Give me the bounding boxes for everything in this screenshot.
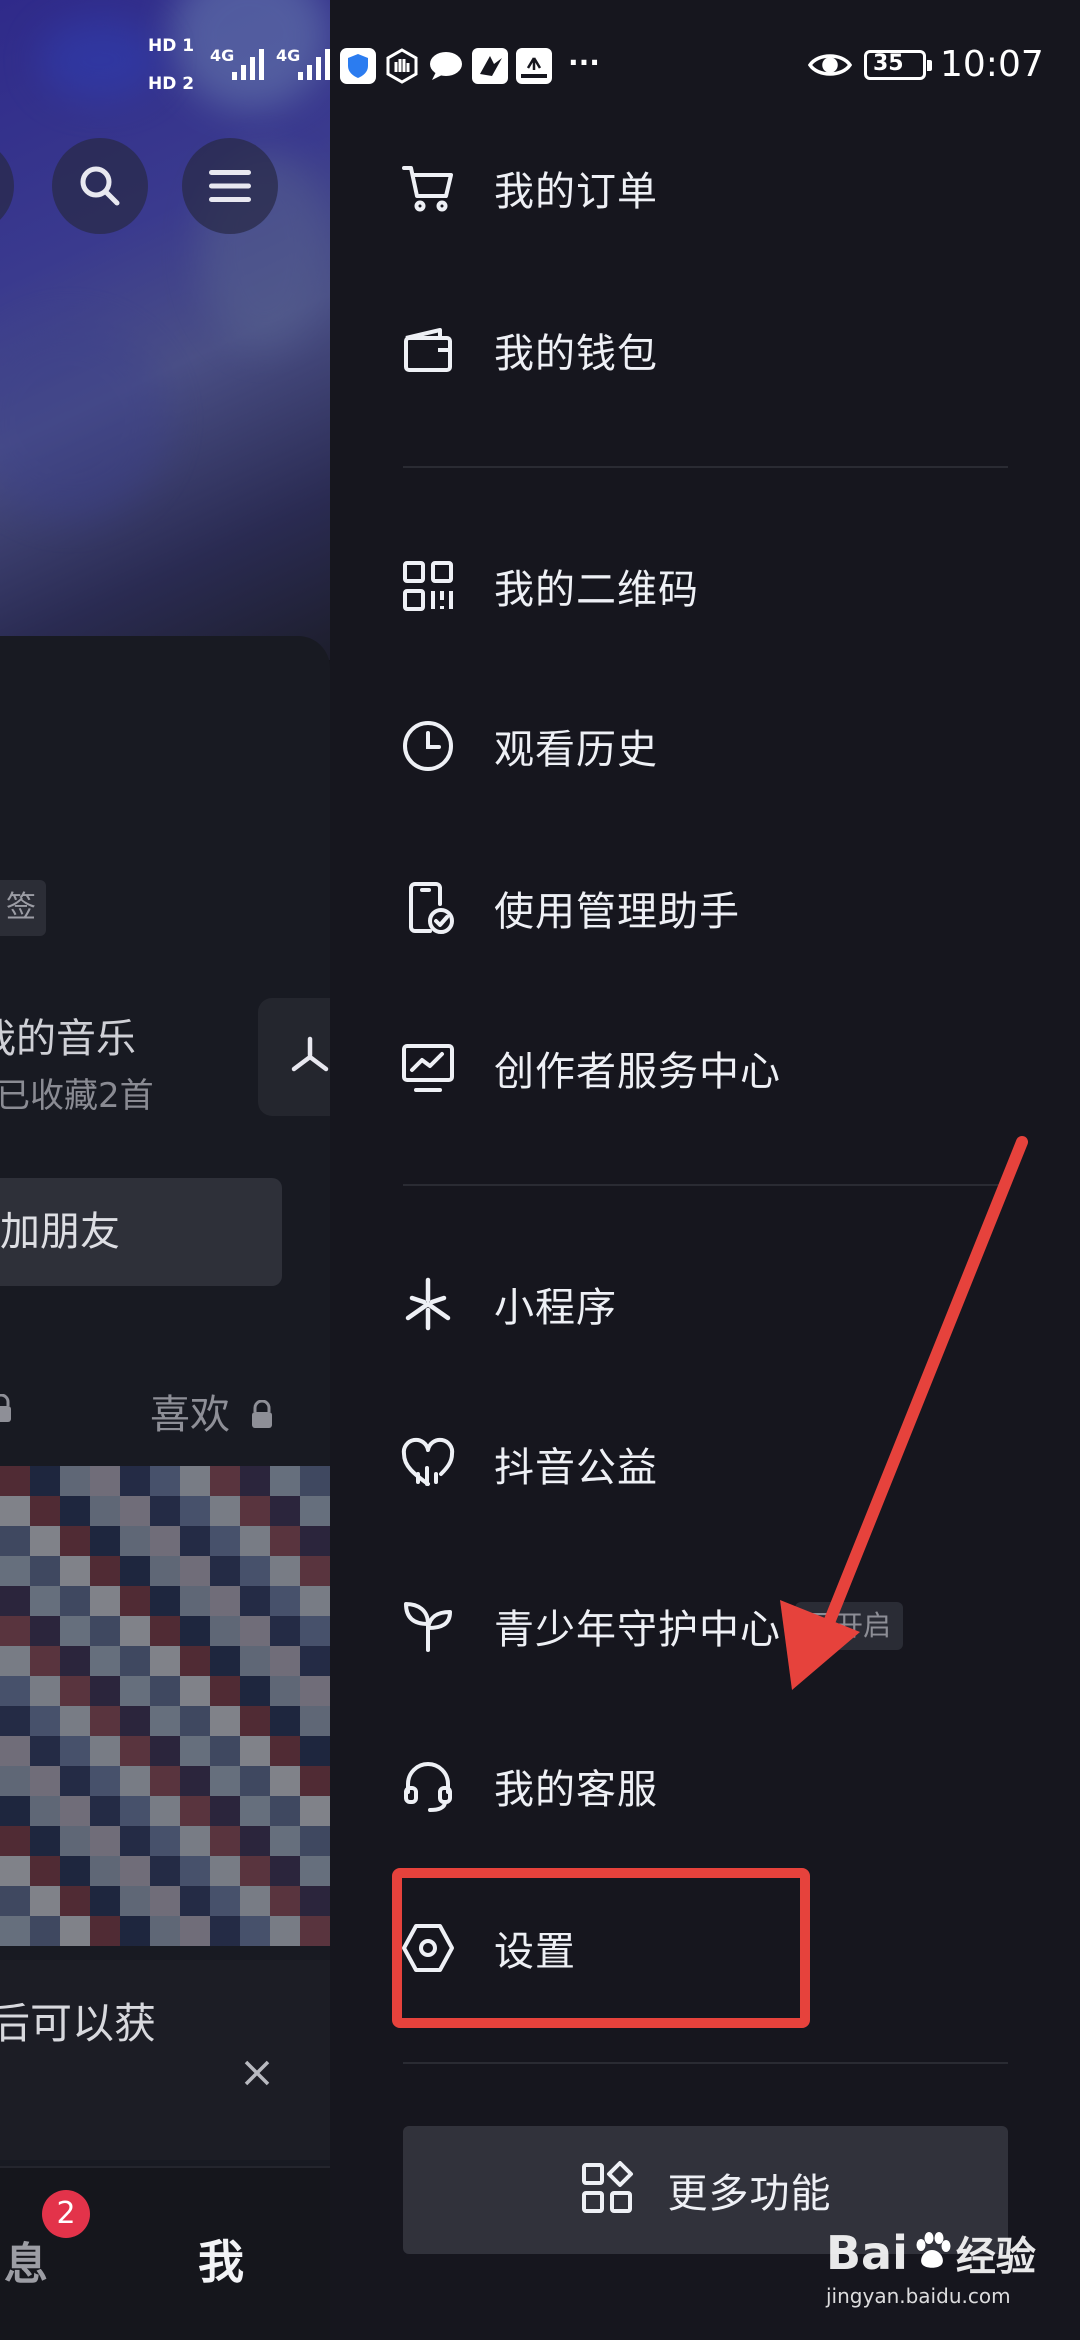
- mini-program-shortcut[interactable]: [258, 998, 330, 1116]
- message-count-badge: 2: [42, 2190, 90, 2238]
- menu-item-label: 我的订单: [494, 169, 658, 215]
- video-thumbnail-pixelated[interactable]: [0, 1466, 330, 1946]
- menu-item-label: 我的二维码: [494, 567, 699, 613]
- watermark-brand-right: 经验: [955, 2234, 1036, 2280]
- lock-icon: [249, 1394, 275, 1440]
- music-subtitle: 已收藏2首: [0, 1076, 154, 1116]
- shield-app-icon: [340, 48, 376, 88]
- menu-item-qr-code[interactable]: 我的二维码: [400, 532, 1010, 640]
- heart-chart-icon: [400, 1436, 456, 1492]
- menu-divider: [403, 2062, 1008, 2064]
- paw-icon: [912, 2231, 952, 2275]
- qr-code-icon: [400, 558, 456, 614]
- watermark-brand-left: Bai: [826, 2226, 908, 2280]
- creator-chart-icon: [400, 1040, 456, 1096]
- menu-item-orders[interactable]: 我的订单: [400, 134, 1010, 242]
- search-icon: [80, 166, 120, 206]
- cart-icon: [400, 160, 456, 216]
- menu-item-label: 小程序: [494, 1285, 617, 1331]
- hamburger-icon: [209, 170, 251, 202]
- profile-tag: 签: [0, 880, 46, 936]
- menu-item-youth-protection[interactable]: 青少年守护中心 已开启: [400, 1572, 1010, 1680]
- settings-highlight-box: [392, 1868, 810, 2028]
- status-badge: 已开启: [795, 1602, 904, 1650]
- menu-item-label: 青少年守护中心: [494, 1607, 781, 1653]
- sim2-hd-label: HD 2: [148, 74, 195, 94]
- music-title[interactable]: 我的音乐: [0, 1006, 136, 1064]
- watermark-url: jingyan.baidu.com: [826, 2284, 1011, 2308]
- add-friend-button[interactable]: 加朋友: [0, 1178, 282, 1286]
- more-notifications: ···: [568, 46, 600, 79]
- hand-app-icon: [384, 48, 420, 88]
- menu-item-label: 使用管理助手: [494, 889, 740, 935]
- more-features-label: 更多功能: [667, 2171, 832, 2217]
- menu-divider: [403, 1184, 1008, 1186]
- sim1-hd-label: HD 1: [148, 36, 195, 56]
- menu-item-label: 我的钱包: [494, 331, 658, 377]
- menu-item-creator-center[interactable]: 创作者服务中心: [400, 1014, 1010, 1122]
- baidu-watermark: Bai 经验 jingyan.baidu.com: [826, 2224, 1036, 2308]
- menu-divider: [403, 466, 1008, 468]
- tab-messages[interactable]: 息: [4, 2228, 48, 2292]
- battery-level: 35: [873, 51, 904, 76]
- menu-item-label: 创作者服务中心: [494, 1049, 781, 1095]
- menu-item-mini-programs[interactable]: 小程序: [400, 1250, 1010, 1358]
- signal-icon: [296, 46, 336, 86]
- menu-item-watch-history[interactable]: 观看历史: [400, 692, 1010, 800]
- message-app-icon: [428, 50, 464, 86]
- promo-banner-text: 后可以获: [0, 1999, 157, 2048]
- huawei-app-icon: [516, 48, 552, 88]
- screen: 签 我的音乐 已收藏2首 加朋友 喜欢 后可以获: [0, 0, 1080, 2340]
- likes-tab-label: 喜欢: [150, 1392, 230, 1438]
- headset-icon: [400, 1758, 456, 1814]
- grid-apps-icon: [580, 2161, 634, 2219]
- search-button[interactable]: [52, 138, 148, 234]
- lock-icon: [0, 1393, 14, 1428]
- background-profile-page: 签 我的音乐 已收藏2首 加朋友 喜欢 后可以获: [0, 0, 330, 2340]
- menu-item-label: 观看历史: [494, 727, 658, 773]
- menu-item-wallet[interactable]: 我的钱包: [400, 296, 1010, 404]
- menu-item-usage-assistant[interactable]: 使用管理助手: [400, 854, 1010, 962]
- mini-program-icon: [400, 1276, 456, 1332]
- menu-item-customer-service[interactable]: 我的客服: [400, 1732, 1010, 1840]
- wallet-icon: [400, 322, 456, 378]
- sprout-icon: [400, 1598, 456, 1654]
- tab-me[interactable]: 我: [198, 2226, 244, 2292]
- menu-item-label: 我的客服: [494, 1767, 658, 1813]
- mini-program-icon: [291, 1036, 329, 1072]
- bottom-tab-bar: 息 我: [0, 2166, 330, 2340]
- battery-icon: 35: [864, 50, 932, 80]
- promo-banner: 后可以获: [0, 1960, 330, 2160]
- phone-check-icon: [400, 880, 456, 936]
- menu-item-charity[interactable]: 抖音公益: [400, 1410, 1010, 1518]
- signal-icon: [230, 46, 270, 86]
- menu-item-label: 抖音公益: [494, 1445, 658, 1491]
- clock-time: 10:07: [940, 44, 1044, 85]
- status-bar: HD 1 HD 2 4G 4G ··· 35 10:07: [0, 0, 1080, 130]
- likes-tab[interactable]: 喜欢: [150, 1382, 275, 1440]
- bird-app-icon: [472, 48, 508, 88]
- menu-button[interactable]: [182, 138, 278, 234]
- close-icon[interactable]: [240, 2056, 274, 2094]
- eye-comfort-icon: [807, 48, 853, 86]
- clock-icon: [400, 718, 456, 774]
